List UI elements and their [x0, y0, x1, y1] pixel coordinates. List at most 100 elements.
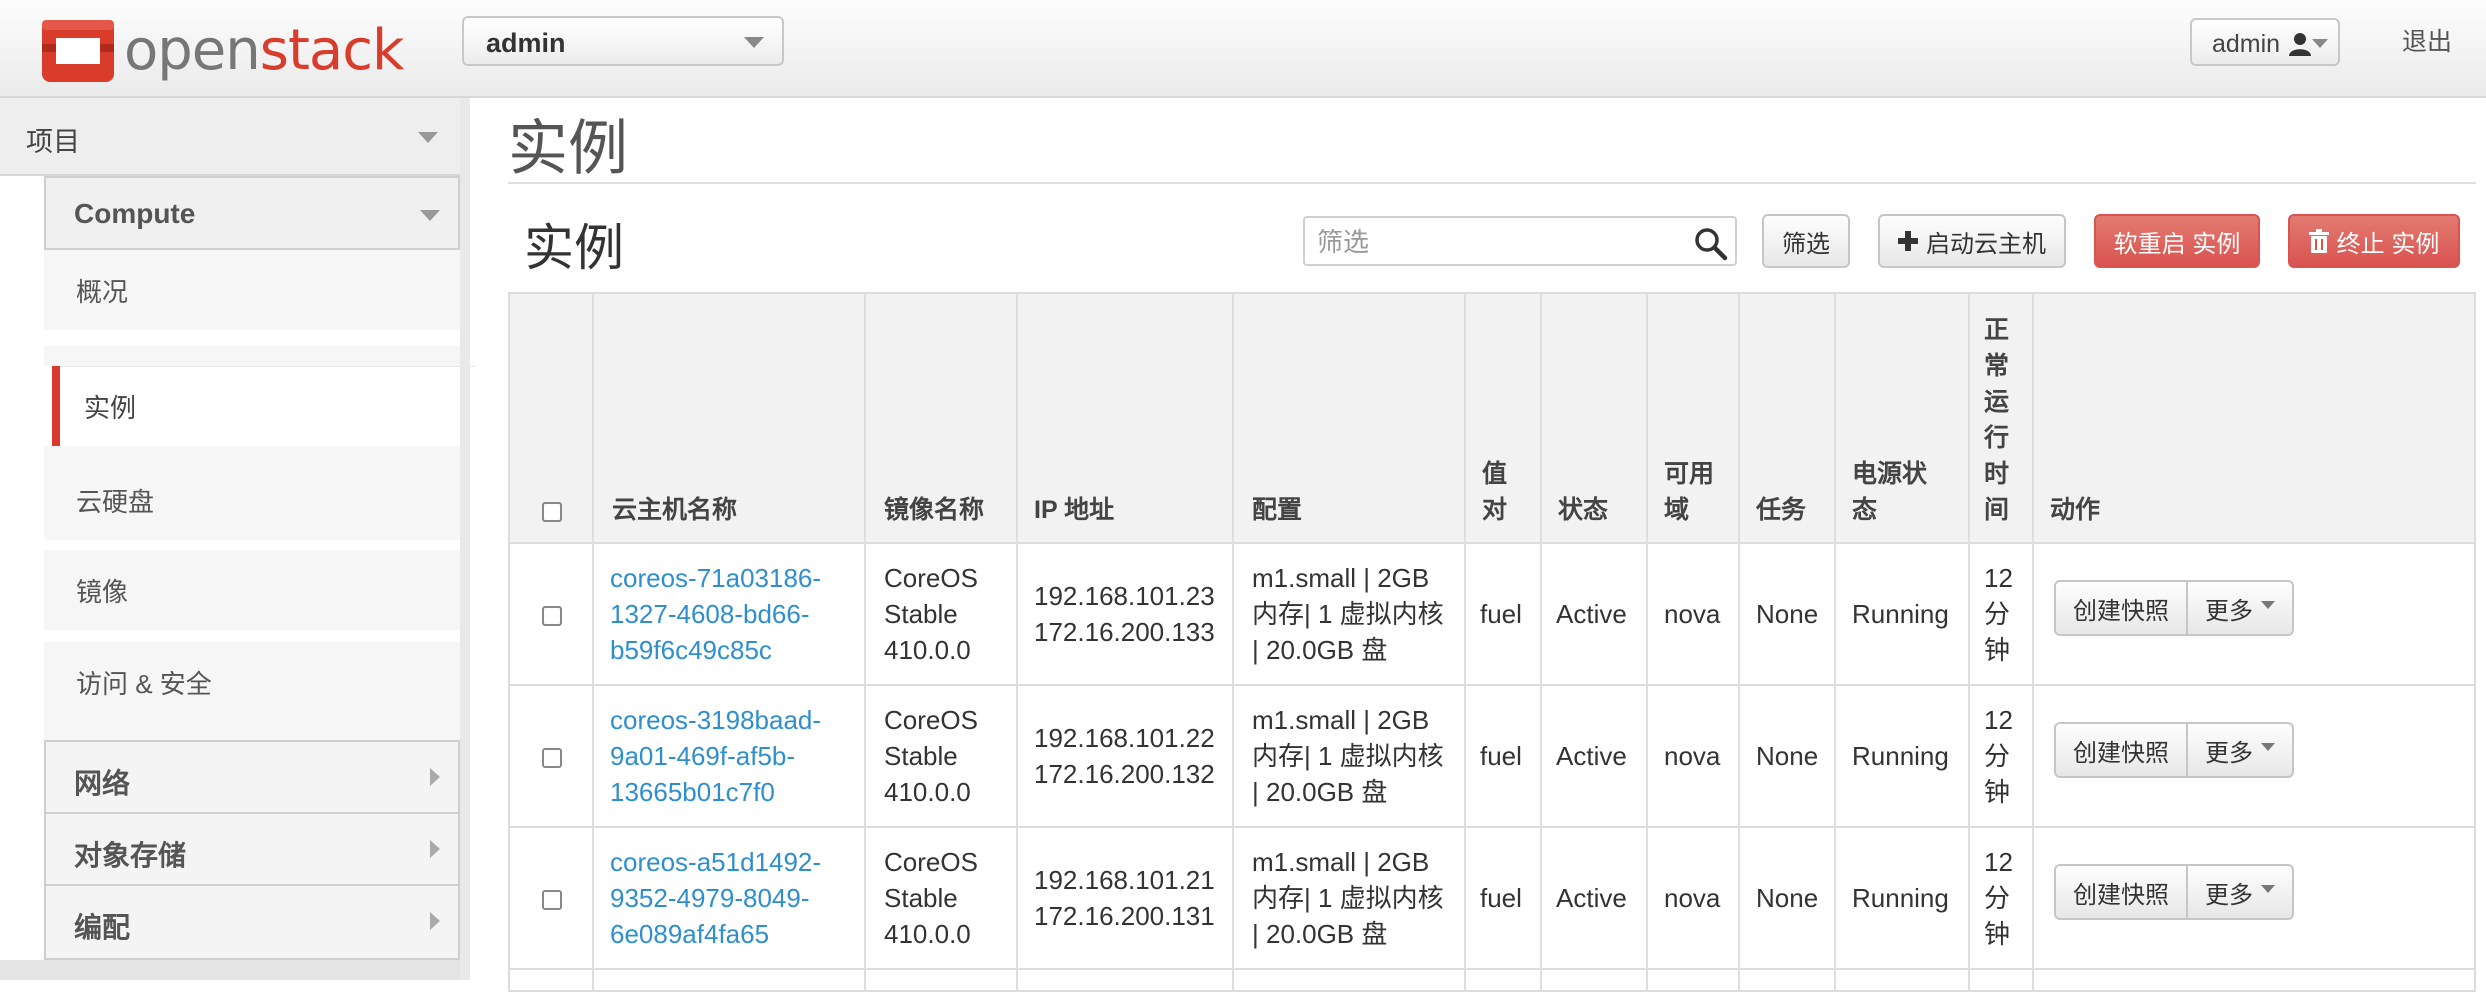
table-header: 云主机名称 镜像名称 IP 地址 配置 值 对 状态 可用 域 任务 电源状 态…: [510, 294, 2474, 544]
cell-line: 钟: [1984, 635, 2011, 665]
row-checkbox[interactable]: [542, 748, 562, 768]
instance-name-link[interactable]: coreos-a51d1492- 9352-4979-8049- 6e089af…: [610, 844, 821, 952]
power-state-cell: Running: [1852, 883, 1949, 913]
launch-instance-label: 启动云主机: [1926, 230, 2046, 258]
cell-line: | 20.0GB 盘: [1252, 919, 1388, 949]
image-name-cell: CoreOS Stable 410.0.0: [884, 702, 978, 810]
column-header-flavor[interactable]: 配置: [1252, 492, 1302, 528]
sidebar-footer-strip: [0, 960, 460, 980]
table-row: coreos-71a03186- 1327-4608-bd66- b59f6c4…: [510, 544, 2474, 686]
launch-instance-button[interactable]: 启动云主机: [1878, 214, 2066, 268]
cell-line: 12: [1984, 563, 2013, 593]
column-header-az[interactable]: 可用 域: [1664, 456, 1714, 528]
column-header-name[interactable]: 云主机名称: [612, 492, 737, 528]
cell-line: | 20.0GB 盘: [1252, 777, 1388, 807]
more-actions-dropdown[interactable]: 更多: [2188, 864, 2294, 920]
soft-reboot-button[interactable]: 软重启 实例: [2094, 214, 2260, 268]
ip-address-cell: 192.168.101.23 172.16.200.133: [1034, 578, 1215, 650]
filter-input[interactable]: [1315, 224, 1679, 260]
cell-line: | 20.0GB 盘: [1252, 635, 1388, 665]
column-divider: [592, 294, 594, 990]
column-divider: [864, 294, 866, 990]
cell-line: 192.168.101.21: [1034, 865, 1215, 895]
header-line: 间: [1984, 496, 2010, 524]
column-divider: [1232, 294, 1234, 990]
cell-line: 钟: [1984, 777, 2011, 807]
task-cell: None: [1756, 599, 1819, 629]
column-divider: [1016, 294, 1018, 990]
sidebar-item-overview[interactable]: 概况: [44, 250, 460, 330]
project-selector[interactable]: admin: [462, 16, 784, 66]
logout-link[interactable]: 退出: [2402, 22, 2452, 58]
cell-line: m1.small | 2GB: [1252, 847, 1430, 877]
row-checkbox[interactable]: [542, 606, 562, 626]
cell-line: 192.168.101.23: [1034, 581, 1215, 611]
sidebar-item-label: 实例: [84, 393, 137, 423]
header-line: 运: [1984, 388, 2010, 416]
flavor-cell: m1.small | 2GB 内存| 1 虚拟内核 | 20.0GB 盘: [1252, 560, 1444, 668]
table-row: coreos-a51d1492- 9352-4979-8049- 6e089af…: [510, 828, 2474, 970]
task-cell: None: [1756, 741, 1819, 771]
sidebar-item-instances[interactable]: 实例: [52, 366, 476, 446]
column-header-power[interactable]: 电源状 态: [1852, 456, 1927, 528]
cell-line: 9352-4979-8049-: [610, 883, 810, 913]
sidebar-panel-object-store[interactable]: 对象存储: [44, 812, 460, 886]
row-checkbox[interactable]: [542, 890, 562, 910]
cell-line: 6e089af4fa65: [610, 919, 770, 949]
row-actions: 创建快照 更多: [2054, 722, 2294, 778]
trash-icon: [2308, 229, 2329, 253]
more-actions-dropdown[interactable]: 更多: [2188, 722, 2294, 778]
sidebar-project-dashboard[interactable]: 项目: [0, 98, 460, 176]
header-line: 值: [1482, 460, 1508, 488]
cell-line: 410.0.0: [884, 919, 971, 949]
column-divider: [1646, 294, 1648, 990]
cell-line: 192.168.101.22: [1034, 723, 1215, 753]
sidebar-panel-compute[interactable]: Compute: [44, 176, 460, 250]
filter-field[interactable]: [1303, 216, 1737, 266]
column-header-uptime[interactable]: 正 常 运 行 时 间: [1984, 312, 2009, 528]
cell-line: b59f6c49c85c: [610, 635, 772, 665]
sidebar-item-images[interactable]: 镜像: [44, 550, 460, 630]
plus-icon: [1898, 231, 1918, 251]
create-snapshot-button[interactable]: 创建快照: [2054, 722, 2188, 778]
sidebar-panel-orchestration[interactable]: 编配: [44, 884, 460, 960]
cell-line: 410.0.0: [884, 777, 971, 807]
column-header-task[interactable]: 任务: [1756, 492, 1806, 528]
column-header-image[interactable]: 镜像名称: [884, 492, 984, 528]
select-all-checkbox[interactable]: [542, 502, 562, 522]
column-header-status[interactable]: 状态: [1558, 492, 1608, 528]
create-snapshot-button[interactable]: 创建快照: [2054, 864, 2188, 920]
column-divider: [1834, 294, 1836, 990]
cell-line: Stable: [884, 741, 958, 771]
header-line: 对: [1482, 496, 1508, 524]
filter-button[interactable]: 筛选: [1762, 214, 1850, 268]
image-name-cell: CoreOS Stable 410.0.0: [884, 844, 978, 952]
instance-name-link[interactable]: coreos-71a03186- 1327-4608-bd66- b59f6c4…: [610, 560, 821, 668]
header-line: 电源状: [1852, 460, 1928, 488]
cell-line: 1327-4608-bd66-: [610, 599, 810, 629]
search-icon[interactable]: [1693, 226, 1729, 262]
column-header-keypair[interactable]: 值 对: [1482, 456, 1507, 528]
more-actions-dropdown[interactable]: 更多: [2188, 580, 2294, 636]
terminate-instances-button[interactable]: 终止 实例: [2288, 214, 2460, 268]
chevron-down-icon: [744, 37, 764, 48]
cell-line: CoreOS: [884, 705, 978, 735]
availability-zone-cell: nova: [1664, 599, 1721, 629]
sidebar-panel-network[interactable]: 网络: [44, 740, 460, 814]
brand-logo[interactable]: openstack: [38, 14, 404, 86]
cell-line: m1.small | 2GB: [1252, 705, 1430, 735]
instance-name-link[interactable]: coreos-3198baad- 9a01-469f-af5b- 13665b0…: [610, 702, 821, 810]
header-line: 域: [1664, 496, 1690, 524]
user-menu[interactable]: admin: [2190, 18, 2340, 66]
uptime-cell: 12 分 钟: [1984, 702, 2013, 810]
column-header-ip[interactable]: IP 地址: [1034, 492, 1114, 528]
more-actions-label: 更多: [2205, 881, 2253, 909]
create-snapshot-button[interactable]: 创建快照: [2054, 580, 2188, 636]
sidebar-item-access-security[interactable]: 访问 & 安全: [44, 642, 460, 740]
cell-line: 分: [1984, 883, 2011, 913]
more-actions-label: 更多: [2205, 739, 2253, 767]
column-header-actions: 动作: [2050, 496, 2101, 524]
chevron-down-icon: [420, 210, 440, 221]
cell-line: 分: [1984, 741, 2011, 771]
sidebar-item-volumes[interactable]: 云硬盘: [44, 460, 460, 540]
